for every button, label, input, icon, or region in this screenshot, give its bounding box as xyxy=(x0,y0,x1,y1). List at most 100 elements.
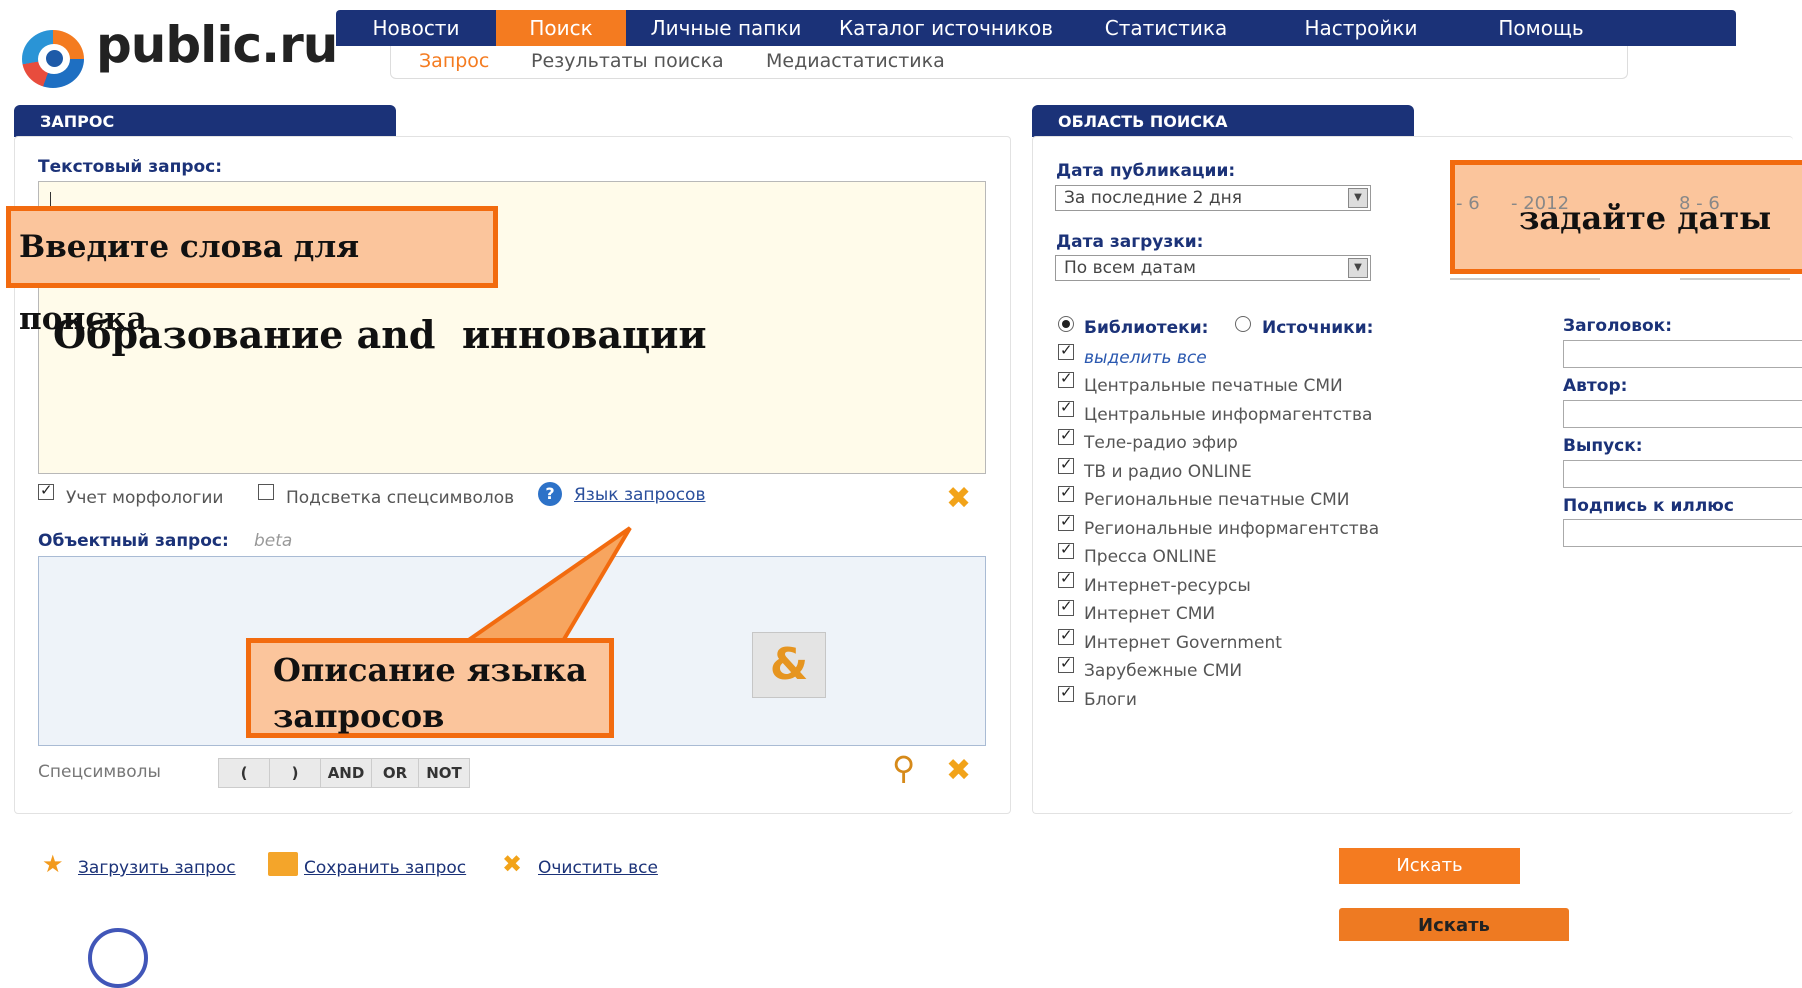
caption-field-input[interactable] xyxy=(1563,519,1802,547)
object-query-beta: beta xyxy=(254,531,293,551)
nav-help[interactable]: Помощь xyxy=(1456,10,1626,46)
callout-enter-words: Введите слова для поиска xyxy=(6,206,498,337)
query-panel-title: ЗАПРОС xyxy=(14,105,396,137)
text-query-label: Текстовый запрос: xyxy=(38,157,223,177)
subnav-media-statistics[interactable]: Медиастатистика xyxy=(766,50,945,72)
clear-object-icon[interactable]: ✖ xyxy=(946,756,971,786)
special-symbols-label: Спецсимволы xyxy=(38,762,161,782)
library-label: Интернет СМИ xyxy=(1084,604,1216,624)
library-checkbox[interactable] xyxy=(1058,683,1074,702)
libraries-radio[interactable] xyxy=(1058,316,1074,332)
library-label: Центральные печатные СМИ xyxy=(1084,376,1343,396)
nav-sources-catalog[interactable]: Каталог источников xyxy=(826,10,1066,46)
library-checkbox[interactable] xyxy=(1058,597,1074,616)
clear-text-icon[interactable]: ✖ xyxy=(946,484,971,514)
special-symbols-toolbar: ( ) AND OR NOT xyxy=(218,758,470,788)
subnav-search-results[interactable]: Результаты поиска xyxy=(531,50,724,72)
search-button[interactable]: Искать xyxy=(1339,848,1520,884)
library-label: Пресса ONLINE xyxy=(1084,547,1217,567)
select-all-link[interactable]: выделить все xyxy=(1084,348,1207,368)
caption-field-label: Подпись к иллюс xyxy=(1563,496,1734,516)
nav-search[interactable]: Поиск xyxy=(496,10,626,46)
library-checkbox[interactable] xyxy=(1058,455,1074,474)
library-label: Теле-радио эфир xyxy=(1084,433,1238,453)
top-navigation: Новости Поиск Личные папки Каталог источ… xyxy=(336,10,1736,46)
object-query-label: Объектный запрос: xyxy=(38,531,229,551)
callout-pointer xyxy=(453,526,632,648)
text-query-value: Образование and инновации xyxy=(53,312,707,357)
or-button[interactable]: OR xyxy=(372,759,419,787)
title-field-label: Заголовок: xyxy=(1563,316,1673,336)
author-field-input[interactable] xyxy=(1563,400,1802,428)
subnav-query[interactable]: Запрос xyxy=(419,50,489,72)
callout-query-language-line2: запросов xyxy=(273,697,445,735)
load-date-label: Дата загрузки: xyxy=(1056,232,1204,252)
callout-query-language-line1: Описание языка xyxy=(273,651,587,689)
library-checkbox[interactable] xyxy=(1058,426,1074,445)
sub-navigation: Запрос Результаты поиска Медиастатистика xyxy=(390,46,1628,79)
folder-icon xyxy=(268,852,298,876)
query-language-link[interactable]: Язык запросов xyxy=(574,485,705,505)
logo-icon-dot xyxy=(46,50,63,67)
load-date-select[interactable]: По всем датам ▼ xyxy=(1055,255,1371,281)
scope-panel-title: ОБЛАСТЬ ПОИСКА xyxy=(1032,105,1414,137)
library-label: ТВ и радио ONLINE xyxy=(1084,461,1252,482)
pub-date-label: Дата публикации: xyxy=(1056,161,1236,181)
library-checkbox[interactable] xyxy=(1058,654,1074,673)
library-label: Интернет Government xyxy=(1084,632,1282,653)
nav-news[interactable]: Новости xyxy=(336,10,496,46)
brand-name[interactable]: public.ru xyxy=(96,16,338,74)
load-query-link[interactable]: Загрузить запрос xyxy=(78,858,236,878)
paren-open-button[interactable]: ( xyxy=(219,759,270,787)
morphology-checkbox[interactable] xyxy=(38,481,54,500)
paren-close-button[interactable]: ) xyxy=(270,759,321,787)
library-checkbox[interactable] xyxy=(1058,626,1074,645)
highlight-checkbox[interactable] xyxy=(258,484,274,500)
author-field-label: Автор: xyxy=(1563,376,1628,396)
and-button[interactable]: AND xyxy=(321,759,372,787)
libraries-label: Библиотеки: xyxy=(1084,318,1209,338)
select-all-checkbox[interactable] xyxy=(1058,341,1074,360)
help-icon[interactable]: ? xyxy=(538,482,562,506)
load-date-value: По всем датам xyxy=(1064,258,1196,278)
library-checkbox[interactable] xyxy=(1058,398,1074,417)
library-checkbox[interactable] xyxy=(1058,483,1074,502)
issue-field-input[interactable] xyxy=(1563,460,1802,488)
sources-label: Источники: xyxy=(1262,318,1374,338)
library-label: Зарубежные СМИ xyxy=(1084,661,1243,681)
date-from-underline-2 xyxy=(1450,278,1600,280)
nav-statistics[interactable]: Статистика xyxy=(1066,10,1266,46)
nav-personal-folders[interactable]: Личные папки xyxy=(626,10,826,46)
library-label: Интернет-ресурсы xyxy=(1084,575,1251,596)
library-label: Центральные информагентства xyxy=(1084,404,1373,425)
search-icon[interactable]: ⚲ xyxy=(892,752,915,784)
library-checkbox[interactable] xyxy=(1058,512,1074,531)
library-label: Блоги xyxy=(1084,689,1137,710)
highlight-label: Подсветка спецсимволов xyxy=(286,488,515,508)
pub-date-select[interactable]: За последние 2 дня ▼ xyxy=(1055,185,1371,211)
callout-set-dates: - 6 - 2012 8 - 6 задайте даты xyxy=(1450,160,1802,274)
callout-set-dates-text: задайте даты xyxy=(1519,199,1772,237)
save-query-link[interactable]: Сохранить запрос xyxy=(304,858,466,878)
chevron-down-icon: ▼ xyxy=(1348,258,1368,278)
library-checkbox[interactable] xyxy=(1058,369,1074,388)
morphology-label: Учет морфологии xyxy=(66,488,224,508)
sources-radio[interactable] xyxy=(1235,316,1251,332)
library-checkbox[interactable] xyxy=(1058,540,1074,559)
star-icon: ★ xyxy=(42,850,64,878)
pub-date-value: За последние 2 дня xyxy=(1064,188,1243,208)
clear-all-link[interactable]: Очистить все xyxy=(538,858,658,878)
not-button[interactable]: NOT xyxy=(419,759,469,787)
nav-settings[interactable]: Настройки xyxy=(1266,10,1456,46)
search-button-alt[interactable]: Искать xyxy=(1339,908,1569,941)
library-label: Региональные информагентства xyxy=(1084,518,1380,539)
partial-circle-icon xyxy=(88,928,148,988)
issue-field-label: Выпуск: xyxy=(1563,436,1643,456)
radio-dot xyxy=(1062,320,1070,328)
ampersand-button[interactable]: & xyxy=(752,632,826,698)
clear-all-icon: ✖ xyxy=(502,850,523,878)
title-field-input[interactable] xyxy=(1563,340,1802,368)
callout-query-language: Описание языка запросов xyxy=(246,638,614,738)
date-to-underline-2 xyxy=(1680,278,1790,280)
library-checkbox[interactable] xyxy=(1058,569,1074,588)
